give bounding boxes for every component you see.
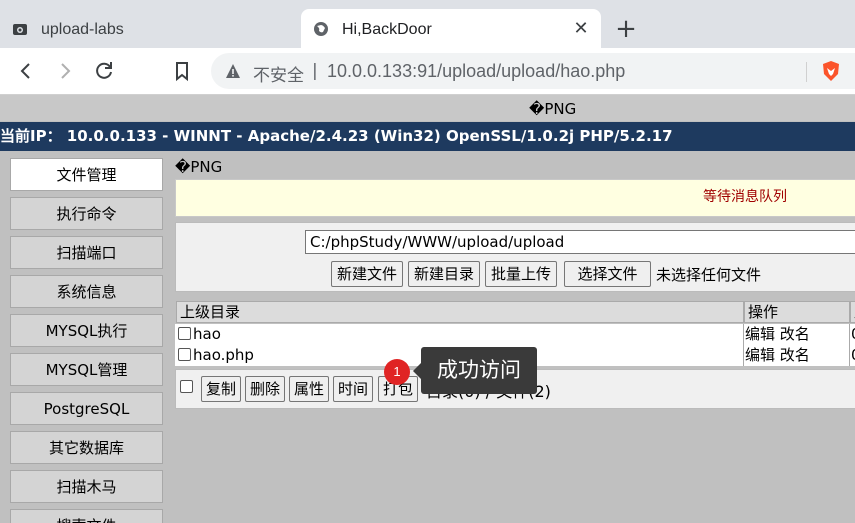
sidebar-item-mysql-manage[interactable]: MYSQL管理 [10,353,163,386]
sidebar-item-mysql-exec[interactable]: MYSQL执行 [10,314,163,347]
sidebar-item-scan-trojan[interactable]: 扫描木马 [10,470,163,503]
brave-shield-icon[interactable] [820,60,842,82]
bookmark-icon[interactable] [170,59,194,83]
new-dir-button[interactable]: 新建目录 [408,261,480,287]
choose-file-button[interactable]: 选择文件 [564,261,651,287]
file-checkbox[interactable] [178,327,191,340]
sidebar-item-port-scan[interactable]: 扫描端口 [10,236,163,269]
table-header-operations: 操作 [744,301,850,323]
url-text[interactable]: 10.0.0.133:91/upload/upload/hao.php [327,61,625,82]
success-tooltip: 成功访问 [413,347,537,394]
message-text: 等待消息队列 [703,189,787,205]
browser-toolbar: 不安全 | 10.0.0.133:91/upload/upload/hao.ph… [0,48,855,95]
reload-icon[interactable] [92,59,116,83]
sidebar-item-search-file[interactable]: 搜索文件 [10,509,163,523]
sidebar-item-postgresql[interactable]: PostgreSQL [10,392,163,425]
sidebar: 文件管理 执行命令 扫描端口 系统信息 MYSQL执行 MYSQL管理 Post… [0,151,172,523]
new-tab-button[interactable]: + [614,16,638,42]
table-row: hao 编辑 改名 0 [175,324,855,345]
step-badge: 1 [384,359,410,385]
copy-button[interactable]: 复制 [201,376,241,402]
sidebar-item-exec-command[interactable]: 执行命令 [10,197,163,230]
close-tab-icon[interactable]: ✕ [573,19,589,37]
address-bar[interactable]: 不安全 | 10.0.0.133:91/upload/upload/hao.ph… [211,53,855,89]
tab-hi-backdoor[interactable]: Hi,BackDoor ✕ [301,9,601,48]
file-attr: 0 [850,324,855,345]
server-info-text: 当前IP： 10.0.0.133 - WINNT - Apache/2.4.23… [0,127,673,145]
tab-title: Hi,BackDoor [342,21,432,38]
toolbar-divider [806,62,807,82]
warning-icon [226,64,240,78]
tab-upload-labs[interactable]: upload-labs [0,9,300,48]
new-file-button[interactable]: 新建文件 [331,261,403,287]
no-file-label: 未选择任何文件 [656,266,762,284]
file-tools-box: C:/phpStudy/WWW/upload/upload 新建文件 新建目录 … [175,222,855,292]
select-all-checkbox[interactable] [180,380,193,393]
globe-icon [314,22,328,36]
attributes-button[interactable]: 属性 [289,376,329,402]
file-name[interactable]: hao.php [193,346,254,364]
file-name-cell: hao [176,324,744,345]
insecure-label: 不安全 [253,66,304,85]
delete-button[interactable]: 删除 [245,376,285,402]
page-content: �PNG 当前IP： 10.0.0.133 - WINNT - Apache/2… [0,95,855,523]
batch-upload-button[interactable]: 批量上传 [485,261,557,287]
url-separator: | [312,61,318,81]
table-header-attributes: 属 [850,301,855,323]
server-info-bar: 当前IP： 10.0.0.133 - WINNT - Apache/2.4.23… [0,122,855,151]
png-header-text: �PNG [529,100,577,118]
back-icon[interactable] [14,59,38,83]
browser-tab-bar: upload-labs Hi,BackDoor ✕ + [0,0,855,48]
tab-title: upload-labs [41,21,124,38]
png-text: �PNG [175,158,223,176]
folder-icon [13,24,27,35]
file-name[interactable]: hao [193,325,221,343]
png-header: �PNG [0,95,855,121]
table-header-parent-dir[interactable]: 上级目录 [176,301,744,323]
sidebar-item-other-db[interactable]: 其它数据库 [10,431,163,464]
sidebar-item-file-manager[interactable]: 文件管理 [10,158,163,191]
time-button[interactable]: 时间 [333,376,373,402]
forward-icon[interactable] [53,59,77,83]
file-attr: 0 [850,345,855,366]
path-input[interactable]: C:/phpStudy/WWW/upload/upload [305,230,855,254]
file-checkbox[interactable] [178,348,191,361]
file-ops[interactable]: 编辑 改名 [744,324,850,345]
file-ops[interactable]: 编辑 改名 [744,345,850,366]
sidebar-item-system-info[interactable]: 系统信息 [10,275,163,308]
message-queue-box: 等待消息队列 [175,179,855,217]
